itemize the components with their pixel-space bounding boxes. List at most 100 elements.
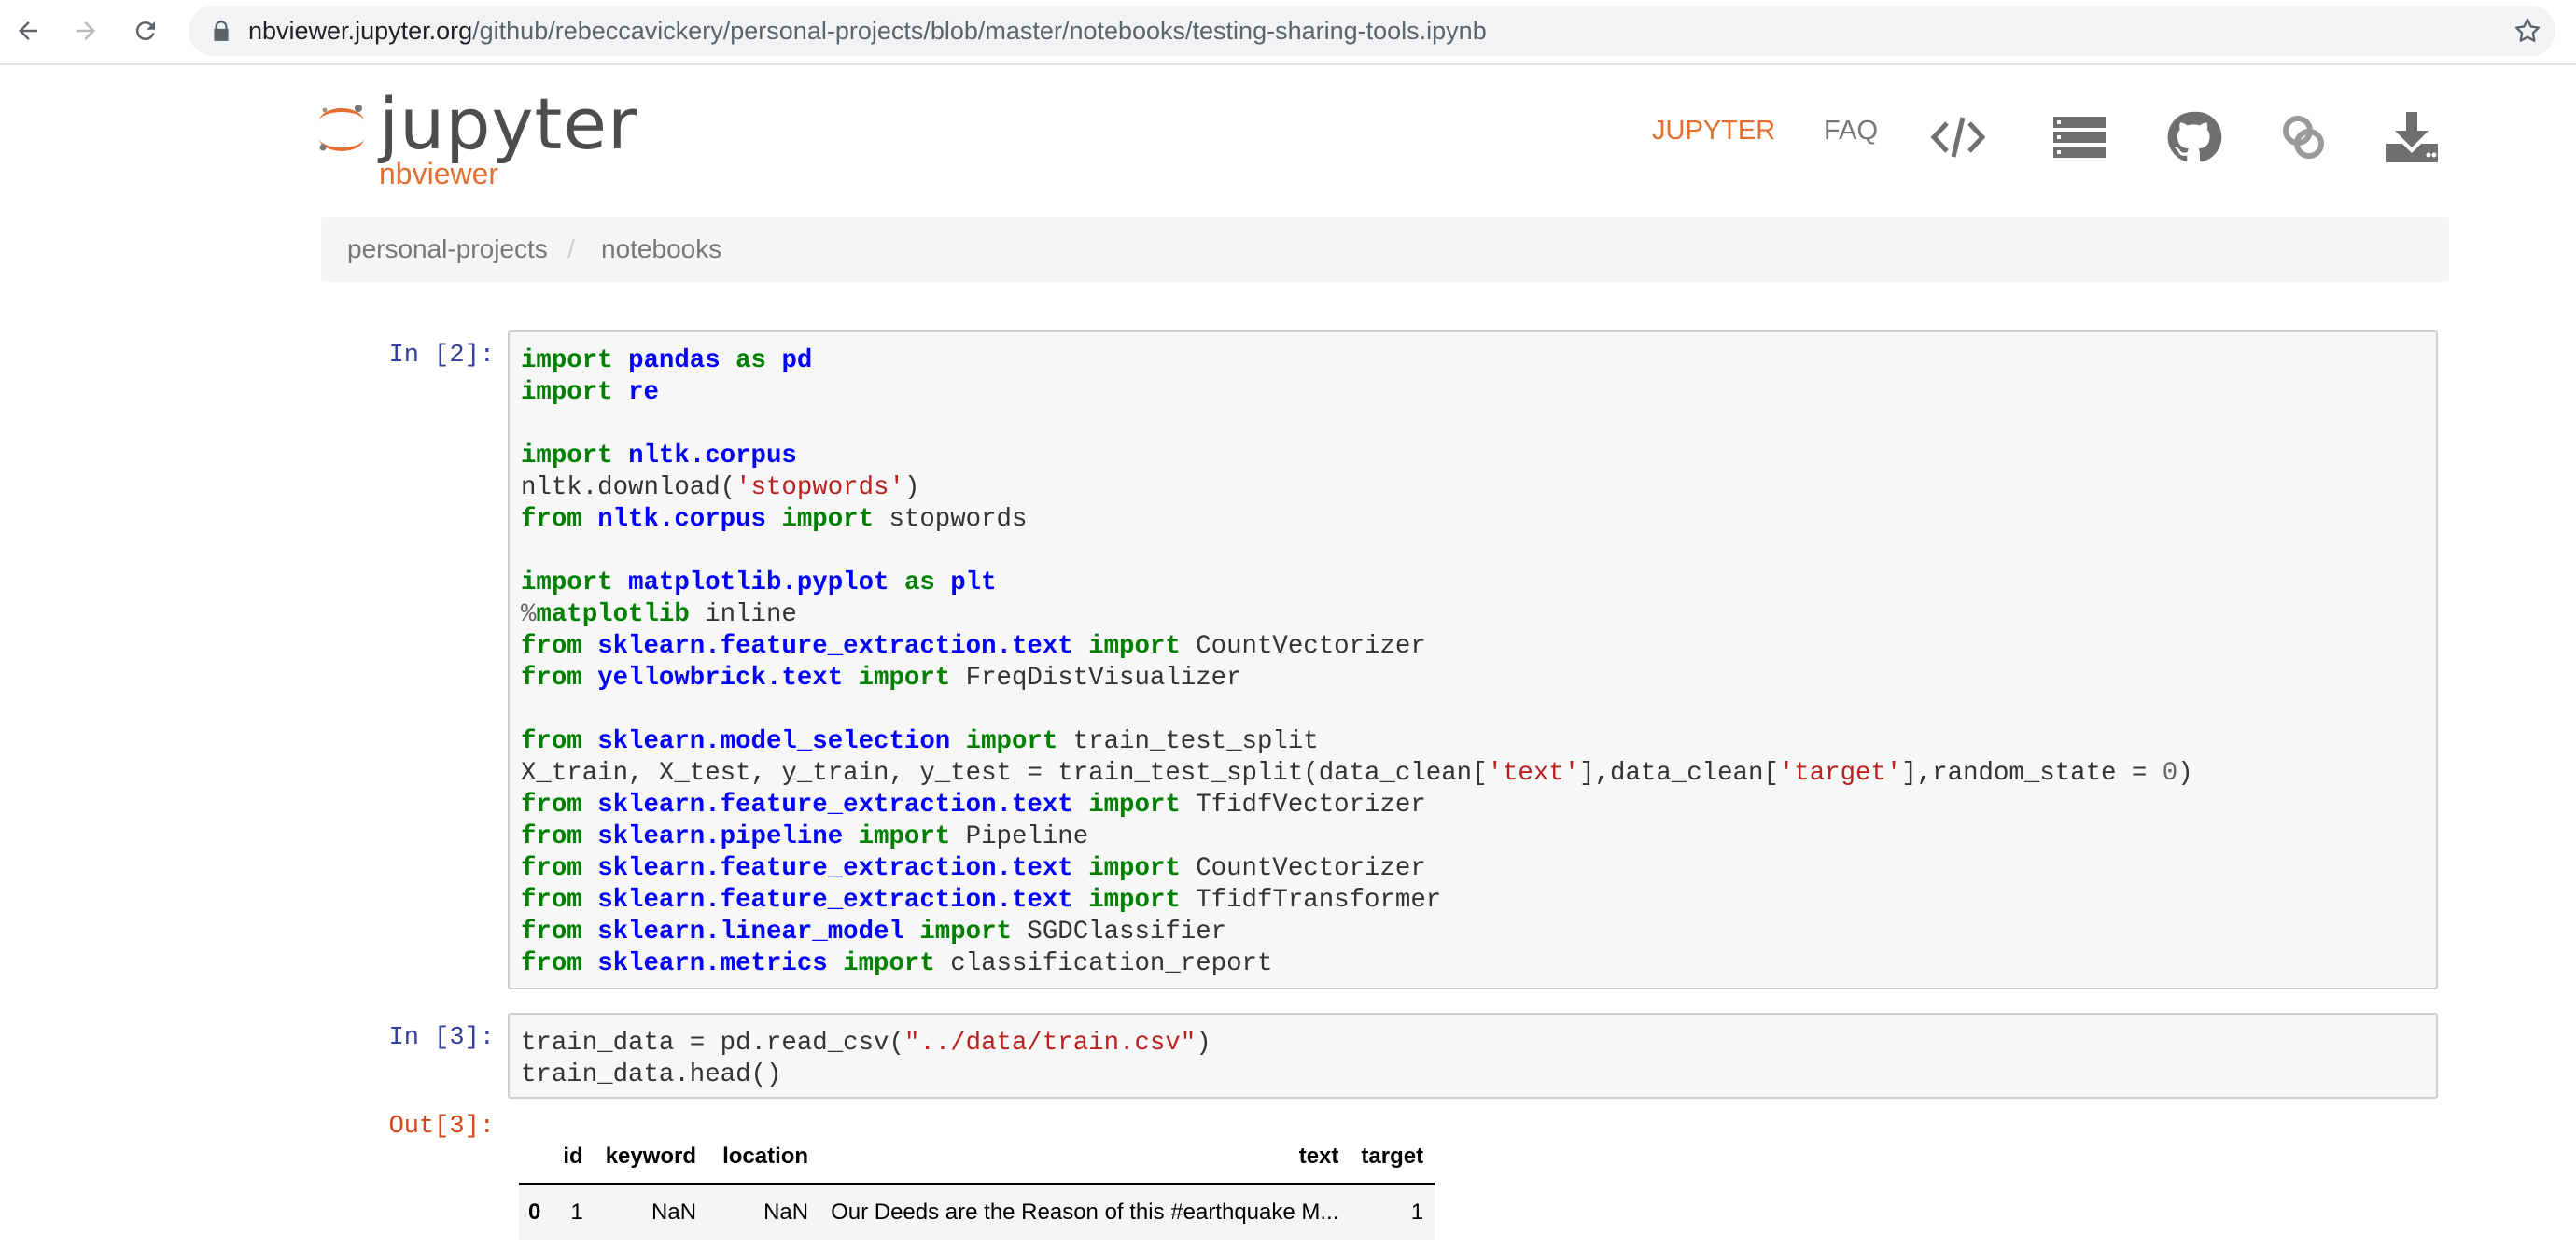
code-token: TfidfTransformer bbox=[1180, 886, 1442, 915]
code-token: import bbox=[521, 346, 613, 375]
code-line: import matplotlib.pyplot as plt bbox=[521, 568, 2193, 599]
code-line: import pandas as pd bbox=[521, 345, 2193, 377]
code-line: X_train, X_test, y_train, y_test = train… bbox=[521, 758, 2193, 790]
code-token: from bbox=[521, 854, 582, 883]
code-line: from nltk.corpus import stopwords bbox=[521, 504, 2193, 536]
column-header: target bbox=[1350, 1130, 1435, 1185]
code-token: sklearn.pipeline bbox=[597, 822, 844, 851]
view-on-github-button[interactable] bbox=[2163, 108, 2223, 166]
code-line: from yellowbrick.text import FreqDistVis… bbox=[521, 663, 2193, 695]
code-token: Pipeline bbox=[950, 822, 1089, 851]
jupyter-logo-icon bbox=[319, 105, 364, 151]
code-token: X_train, X_test, y_train, y_test = train… bbox=[521, 759, 1488, 788]
code-token: % bbox=[521, 600, 537, 629]
code-token: import bbox=[965, 727, 1058, 756]
logo-subtitle: nbviewer bbox=[379, 157, 499, 190]
code-token: import bbox=[521, 442, 613, 470]
code-token: FreqDistVisualizer bbox=[950, 664, 1242, 693]
code-token: stopwords bbox=[874, 505, 1028, 534]
input-prompt: In [3]: bbox=[388, 1024, 495, 1052]
execute-on-binder-button[interactable] bbox=[2050, 108, 2109, 166]
view-code-button[interactable] bbox=[1928, 108, 1988, 166]
code-token: from bbox=[521, 505, 582, 534]
code-token: from bbox=[521, 791, 582, 820]
nav-faq-link[interactable]: FAQ bbox=[1824, 116, 1878, 147]
arrow-right-icon bbox=[77, 21, 95, 40]
code-token: from bbox=[521, 918, 582, 947]
code-token: 'text' bbox=[1487, 759, 1580, 788]
code-token: from bbox=[521, 664, 582, 693]
code-token: from bbox=[521, 632, 582, 661]
column-header: keyword bbox=[594, 1130, 708, 1185]
code-cell: train_data = pd.read_csv("../data/train.… bbox=[508, 1013, 2438, 1099]
code-token: nltk.corpus bbox=[597, 505, 766, 534]
code-token: CountVectorizer bbox=[1180, 632, 1426, 661]
jupyter-nbviewer-logo[interactable]: jupyter nbviewer bbox=[315, 82, 637, 190]
code-line: from sklearn.metrics import classificati… bbox=[521, 948, 2193, 980]
code-token: import bbox=[843, 949, 935, 978]
breadcrumb-item-notebooks[interactable]: notebooks bbox=[601, 217, 721, 282]
breadcrumb-separator: / bbox=[567, 234, 575, 263]
code-token: re bbox=[628, 378, 659, 407]
code-token: SGDClassifier bbox=[1012, 918, 1227, 947]
code-token: sklearn.model_selection bbox=[597, 727, 951, 756]
url-host: nbviewer.jupyter.org bbox=[248, 17, 473, 45]
code-token: yellowbrick.text bbox=[597, 664, 844, 693]
table-header-row: id keyword location text target bbox=[519, 1130, 1435, 1185]
code-token: import bbox=[781, 505, 875, 534]
address-bar[interactable]: nbviewer.jupyter.org/github/rebeccavicke… bbox=[189, 6, 2555, 56]
table-cell: 1 bbox=[552, 1184, 595, 1240]
code-line: from sklearn.model_selection import trai… bbox=[521, 726, 2193, 758]
column-header: text bbox=[819, 1130, 1351, 1185]
code-token: pandas bbox=[628, 346, 721, 375]
code-token: matplotlib bbox=[536, 600, 690, 629]
code-token: 0 bbox=[2162, 759, 2178, 788]
bookmark-star-icon[interactable] bbox=[2513, 16, 2542, 46]
nav-jupyter-link[interactable]: JUPYTER bbox=[1652, 116, 1775, 147]
code-token: ],data_clean[ bbox=[1579, 759, 1779, 788]
breadcrumb-item-personal-projects[interactable]: personal-projects bbox=[347, 217, 548, 282]
forward-button[interactable] bbox=[63, 8, 108, 53]
code-token: inline bbox=[689, 600, 797, 629]
code-token: as bbox=[735, 346, 766, 375]
code-line: train_data = pd.read_csv("../data/train.… bbox=[521, 1028, 1211, 1060]
code-token: sklearn.metrics bbox=[597, 949, 828, 978]
code-line: import re bbox=[521, 377, 2193, 409]
reload-button[interactable] bbox=[123, 8, 168, 53]
code-line: from sklearn.pipeline import Pipeline bbox=[521, 821, 2193, 853]
nbviewer-link-button[interactable] bbox=[2274, 108, 2333, 166]
code-token: sklearn.feature_extraction.text bbox=[597, 791, 1073, 820]
url-text[interactable]: nbviewer.jupyter.org/github/rebeccavicke… bbox=[248, 6, 1487, 56]
code-cell: import pandas as pd import re import nltk… bbox=[508, 330, 2438, 989]
dataframe-table: id keyword location text target 0 1 NaN … bbox=[519, 1130, 1435, 1240]
code-token: ) bbox=[2177, 759, 2193, 788]
back-button[interactable] bbox=[6, 8, 50, 53]
code-token: import bbox=[521, 568, 613, 597]
download-notebook-button[interactable] bbox=[2382, 108, 2442, 166]
table-row: 0 1 NaN NaN Our Deeds are the Reason of … bbox=[519, 1184, 1435, 1240]
code-token: sklearn.feature_extraction.text bbox=[597, 886, 1073, 915]
code-token: train_data = pd.read_csv( bbox=[521, 1029, 904, 1058]
code-token: sklearn.feature_extraction.text bbox=[597, 632, 1073, 661]
row-index: 0 bbox=[519, 1184, 553, 1240]
code-line: from sklearn.feature_extraction.text imp… bbox=[521, 853, 2193, 885]
table-cell: 1 bbox=[1350, 1184, 1435, 1240]
input-prompt: In [2]: bbox=[388, 342, 495, 370]
code-token: "../data/train.csv" bbox=[903, 1029, 1197, 1058]
code-token: ],random_state = bbox=[1901, 759, 2163, 788]
column-header: location bbox=[707, 1130, 820, 1185]
